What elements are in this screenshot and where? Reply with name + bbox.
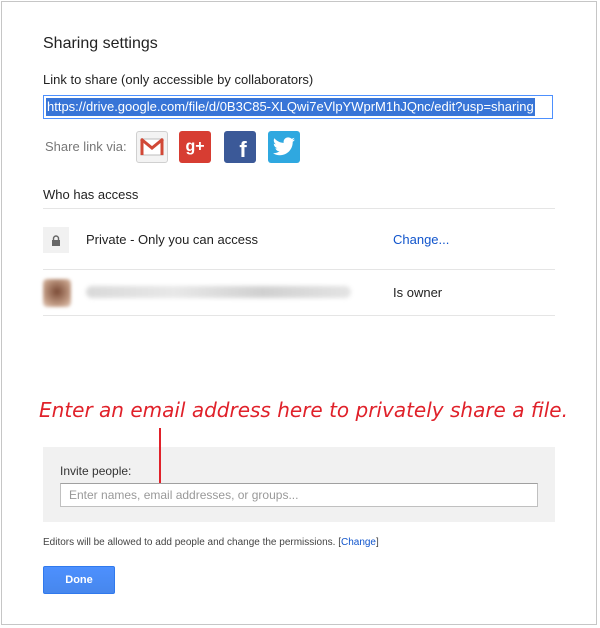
avatar: [43, 279, 71, 307]
permissions-note: Editors will be allowed to add people an…: [43, 537, 379, 548]
change-permissions-link[interactable]: Change: [341, 537, 376, 548]
link-to-share-label: Link to share (only accessible by collab…: [43, 72, 314, 87]
divider: [43, 208, 555, 209]
invite-people-label: Invite people:: [60, 464, 132, 478]
divider: [43, 269, 555, 270]
annotation-pointer: [159, 428, 161, 491]
dialog-title: Sharing settings: [43, 35, 158, 52]
twitter-icon[interactable]: [268, 131, 300, 163]
gmail-icon[interactable]: [136, 131, 168, 163]
owner-email-blurred: [86, 286, 351, 298]
share-via-label: Share link via:: [45, 139, 127, 154]
facebook-icon[interactable]: f: [224, 131, 256, 163]
share-link-field[interactable]: https://drive.google.com/file/d/0B3C85-X…: [43, 95, 553, 119]
annotation-text: Enter an email address here to privately…: [39, 398, 568, 422]
lock-icon: [43, 227, 69, 253]
share-link-url[interactable]: https://drive.google.com/file/d/0B3C85-X…: [46, 98, 535, 116]
done-button[interactable]: Done: [43, 566, 115, 594]
divider: [43, 315, 555, 316]
who-has-access-label: Who has access: [43, 187, 139, 202]
invite-people-input[interactable]: [60, 483, 538, 507]
google-plus-label: g+: [185, 138, 205, 155]
facebook-label: f: [239, 137, 247, 162]
owner-role-text: Is owner: [393, 285, 443, 300]
permissions-note-text: Editors will be allowed to add people an…: [43, 537, 336, 548]
change-access-link[interactable]: Change...: [393, 232, 449, 247]
google-plus-icon[interactable]: g+: [179, 131, 211, 163]
access-level-text: Private - Only you can access: [86, 232, 258, 247]
